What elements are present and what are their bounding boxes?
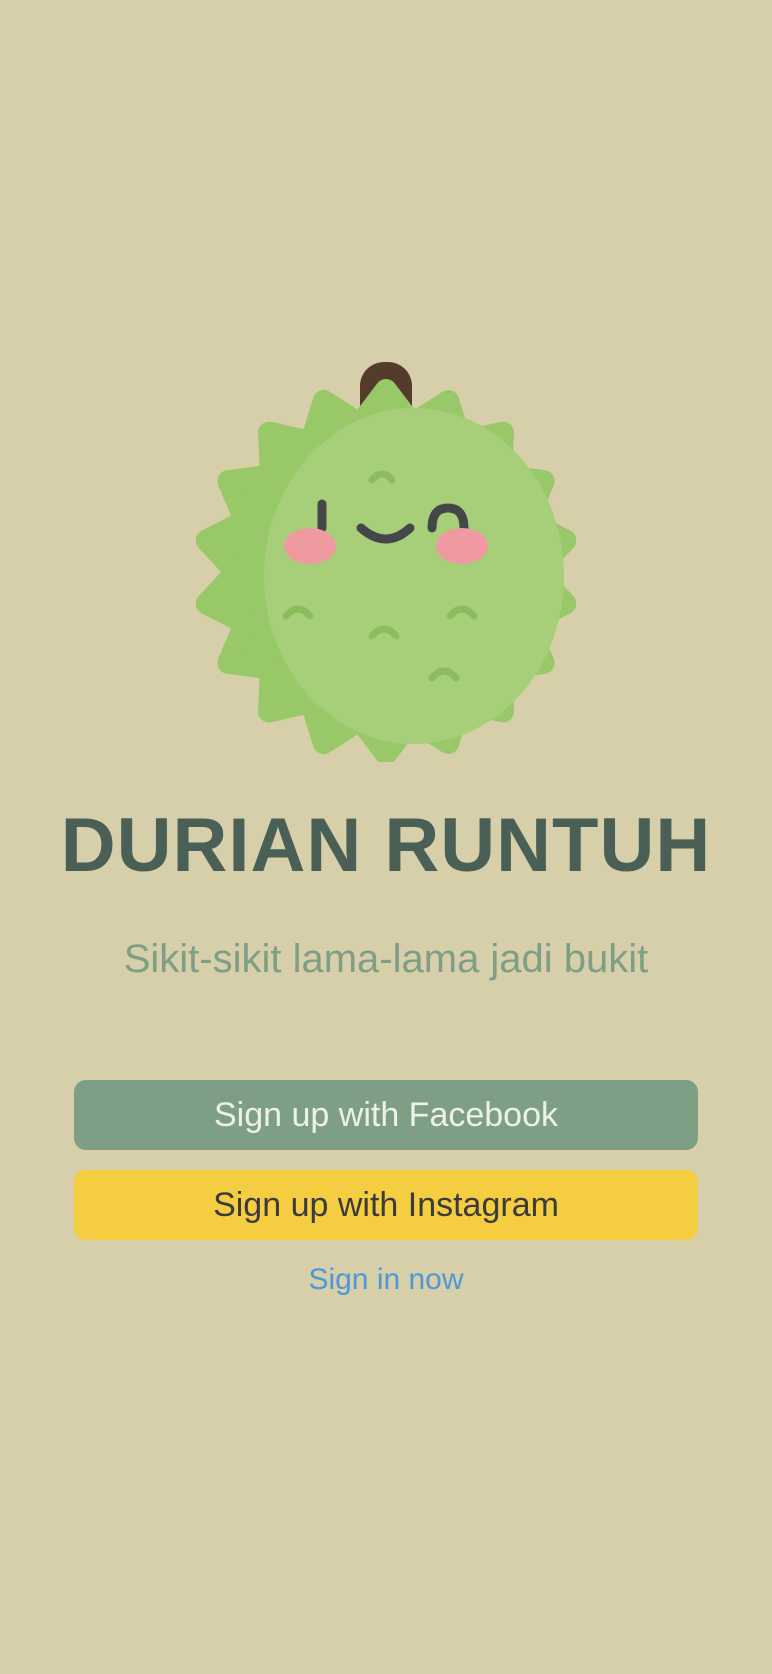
facebook-signup-button[interactable]: Sign up with Facebook (74, 1080, 698, 1150)
app-tagline: Sikit-sikit lama-lama jadi bukit (123, 937, 649, 981)
welcome-screen: DURIAN RUNTUH Sikit-sikit lama-lama jadi… (0, 0, 772, 1674)
durian-mascot-icon (195, 358, 577, 765)
signin-link[interactable]: Sign in now (0, 1258, 772, 1302)
instagram-signup-button[interactable]: Sign up with Instagram (74, 1170, 698, 1240)
app-title: DURIAN RUNTUH (60, 803, 712, 888)
